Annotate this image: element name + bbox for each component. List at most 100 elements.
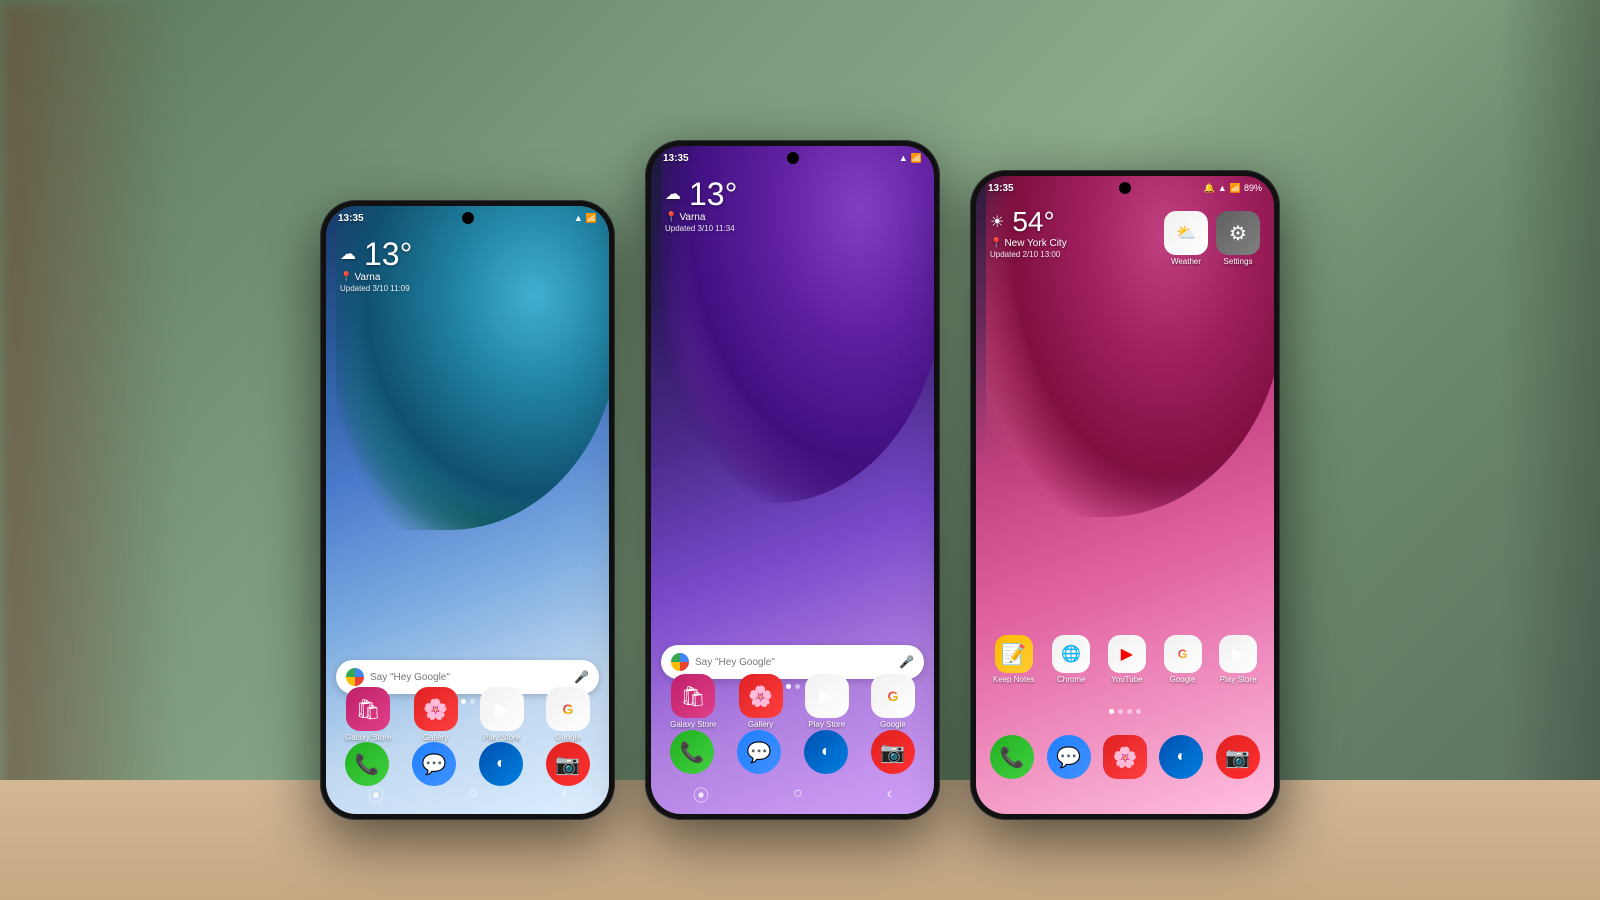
recent-apps-center[interactable]: ⦿	[693, 782, 709, 806]
gallery-icon-r: 🌸	[1103, 735, 1147, 779]
app-camera-center[interactable]: 📷	[871, 730, 915, 774]
phone-left: 13:35 ▲ 📶 ☁ 13° 📍 Varna Updated 3/10 11:…	[320, 200, 615, 820]
app-samsung-center[interactable]: ◐	[804, 730, 848, 774]
app-samsung-left[interactable]: ◐	[479, 742, 523, 786]
play-store-label-c: Play Store	[808, 720, 845, 729]
google-logo-left	[346, 668, 364, 686]
weather-location-center: 📍 Varna	[665, 212, 737, 223]
time-right: 13:35	[988, 183, 1014, 194]
app-phone-center[interactable]: 📞	[670, 730, 714, 774]
weather-widget-left: ☁ 13° 📍 Varna Updated 3/10 11:09	[340, 238, 412, 293]
app-gallery-center[interactable]: 🌸 Gallery	[739, 674, 783, 729]
dock-right: 📞 💬 🌸 ◐ 📷	[976, 735, 1274, 779]
app-keep-right[interactable]: 📝 Keep Notes	[993, 635, 1035, 684]
app-messages-right[interactable]: 💬	[1047, 735, 1091, 779]
back-btn-center[interactable]: ‹	[887, 785, 892, 803]
time-center: 13:35	[663, 153, 689, 164]
app-youtube-right[interactable]: ▶ YouTube	[1108, 635, 1146, 684]
battery-right: 89%	[1244, 183, 1262, 193]
app-samsung-right[interactable]: ◐	[1159, 735, 1203, 779]
dock-center: 📞 💬 ◐ 📷	[651, 730, 934, 774]
weather-app-label: Weather	[1171, 257, 1201, 266]
phone-icon-left: 📞	[345, 742, 389, 786]
app-google-left[interactable]: G Google	[546, 687, 590, 742]
app-weather-right[interactable]: ⛅ Weather	[1164, 211, 1208, 266]
notif-icon-right: 🔔	[1204, 183, 1215, 194]
chrome-icon: 🌐	[1052, 635, 1090, 673]
app-galaxy-store-center[interactable]: 🛍 Galaxy Store	[670, 674, 716, 729]
dot-c2	[795, 684, 800, 689]
dots-left	[461, 699, 475, 704]
app-messages-left[interactable]: 💬	[412, 742, 456, 786]
samsung-icon-c: ◐	[804, 730, 848, 774]
screen-left: 13:35 ▲ 📶 ☁ 13° 📍 Varna Updated 3/10 11:…	[326, 206, 609, 814]
app-messages-center[interactable]: 💬	[737, 730, 781, 774]
dock-left: 📞 💬 ◐ 📷	[326, 742, 609, 786]
camera-icon-left: 📷	[546, 742, 590, 786]
signal-icon-left: 📶	[586, 213, 597, 224]
mic-icon-left[interactable]: 🎤	[574, 670, 589, 684]
play-store-label-left: Play Store	[483, 733, 520, 742]
dot-r2	[1118, 709, 1123, 714]
screen-right: 13:35 🔔 ▲ 📶 89% ☀ 54° 📍 New York City	[976, 176, 1274, 814]
play-store-label-r: Play Store	[1220, 675, 1257, 684]
phones-container: 13:35 ▲ 📶 ☁ 13° 📍 Varna Updated 3/10 11:…	[0, 0, 1600, 900]
play-store-icon-left: ▶	[480, 687, 524, 731]
dot-r4	[1136, 709, 1141, 714]
search-text-left: Say "Hey Google"	[370, 672, 568, 683]
galaxy-store-icon: 🛍	[346, 687, 390, 731]
phone-icon-c: 📞	[670, 730, 714, 774]
app-play-store-right[interactable]: ▶ Play Store	[1219, 635, 1257, 684]
dot-r1	[1109, 709, 1114, 714]
home-btn-left[interactable]: ○	[468, 785, 478, 803]
recent-apps-left[interactable]: ⦿	[368, 782, 384, 806]
weather-widget-right: ☀ 54° 📍 New York City Updated 2/10 13:00	[990, 208, 1067, 259]
chrome-label: Chrome	[1057, 675, 1085, 684]
app-google-center[interactable]: G Google	[871, 674, 915, 729]
app-phone-left[interactable]: 📞	[345, 742, 389, 786]
settings-label: Settings	[1224, 257, 1253, 266]
app-play-store-left[interactable]: ▶ Play Store	[480, 687, 524, 742]
search-text-center: Say "Hey Google"	[695, 657, 893, 668]
weather-temp-right: 54°	[1012, 208, 1054, 236]
home-btn-center[interactable]: ○	[793, 785, 803, 803]
google-icon-left: G	[546, 687, 590, 731]
gallery-icon-c: 🌸	[739, 674, 783, 718]
app-camera-left[interactable]: 📷	[546, 742, 590, 786]
signal-icon-center: 📶	[911, 153, 922, 164]
app-phone-right[interactable]: 📞	[990, 735, 1034, 779]
camera-icon-r: 📷	[1216, 735, 1260, 779]
screen-center: 13:35 ▲ 📶 ☁ 13° 📍 Varna Updated 3/10 11:…	[651, 146, 934, 814]
weather-updated-center: Updated 3/10 11:34	[665, 224, 737, 233]
mic-icon-center[interactable]: 🎤	[899, 655, 914, 669]
play-store-icon-r: ▶	[1219, 635, 1257, 673]
app-settings-right[interactable]: ⚙ Settings	[1216, 211, 1260, 266]
galaxy-store-label: Galaxy Store	[345, 733, 391, 742]
app-camera-right[interactable]: 📷	[1216, 735, 1260, 779]
play-store-icon-c: ▶	[805, 674, 849, 718]
app-row-center: 🛍 Galaxy Store 🌸 Gallery ▶ Play Store G	[651, 674, 934, 729]
keep-icon: 📝	[995, 635, 1033, 673]
weather-icon-center: ☁	[665, 184, 681, 204]
app-chrome-right[interactable]: 🌐 Chrome	[1052, 635, 1090, 684]
app-galaxy-store-left[interactable]: 🛍 Galaxy Store	[345, 687, 391, 742]
keep-label: Keep Notes	[993, 675, 1035, 684]
messages-icon-left: 💬	[412, 742, 456, 786]
app-google-right[interactable]: G Google	[1164, 635, 1202, 684]
phone-right: 13:35 🔔 ▲ 📶 89% ☀ 54° 📍 New York City	[970, 170, 1280, 820]
dots-center	[786, 684, 800, 689]
dot-r3	[1127, 709, 1132, 714]
back-btn-left[interactable]: ‹	[562, 785, 567, 803]
status-icons-center: ▲ 📶	[899, 153, 922, 164]
google-label-c: Google	[880, 720, 906, 729]
app-gallery-left[interactable]: 🌸 Gallery	[414, 687, 458, 742]
settings-icon: ⚙	[1216, 211, 1260, 255]
messages-icon-r: 💬	[1047, 735, 1091, 779]
camera-hole-left	[462, 212, 474, 224]
app-play-store-center[interactable]: ▶ Play Store	[805, 674, 849, 729]
weather-temp-center: 13°	[689, 178, 737, 210]
gallery-label: Gallery	[423, 733, 448, 742]
wifi-icon-left: ▲	[574, 213, 583, 223]
wifi-icon-right: ▲	[1218, 183, 1227, 193]
app-gallery-right[interactable]: 🌸	[1103, 735, 1147, 779]
